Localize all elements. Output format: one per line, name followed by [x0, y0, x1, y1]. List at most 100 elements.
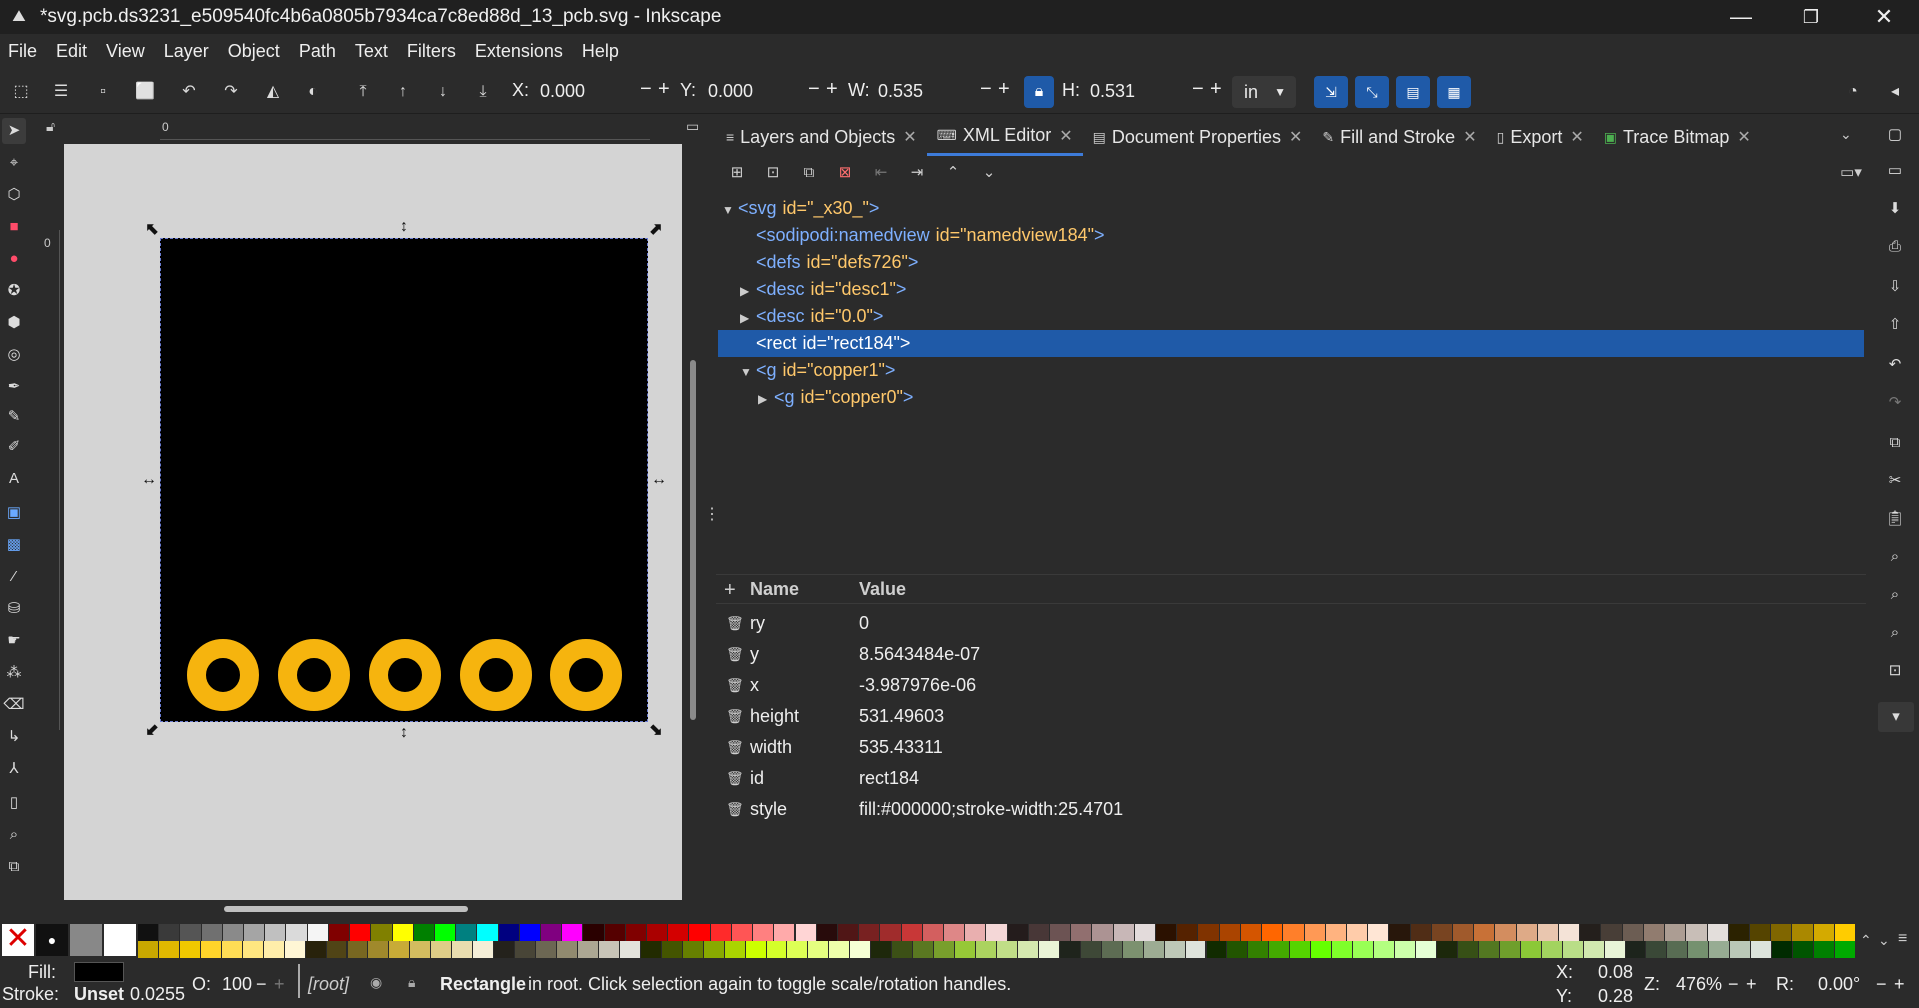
xml-node[interactable]: ▼ <svg id="_x30_"> [722, 195, 879, 222]
zoom-center-icon[interactable]: ⊡ [1884, 660, 1906, 682]
chevron-left-icon[interactable]: ◂ [1884, 81, 1906, 103]
menu-help[interactable]: Help [580, 41, 621, 62]
color-swatch[interactable] [1353, 941, 1374, 958]
color-swatch[interactable] [1792, 924, 1813, 941]
color-swatch[interactable] [1604, 941, 1625, 958]
color-swatch[interactable] [583, 924, 604, 941]
color-swatch[interactable] [222, 924, 244, 941]
copper-pad[interactable] [187, 639, 259, 711]
display-mode-icon[interactable]: ▭ [686, 118, 699, 135]
new-text-node-icon[interactable]: ⊡ [762, 162, 784, 184]
select-all-layers-icon[interactable]: ☰ [50, 81, 72, 103]
delete-attribute-icon[interactable]: 🗑︎ [726, 732, 744, 763]
copper-pad[interactable] [369, 639, 441, 711]
color-swatch[interactable] [1311, 941, 1332, 958]
color-swatch[interactable] [997, 941, 1017, 958]
horizontal-scrollbar[interactable] [224, 906, 468, 912]
color-swatch[interactable] [244, 924, 265, 941]
maximize-button[interactable]: ❐ [1776, 0, 1846, 34]
color-swatch[interactable] [1134, 924, 1156, 941]
horizontal-ruler[interactable]: 0 [160, 118, 650, 140]
color-swatch[interactable] [1177, 924, 1198, 941]
color-swatch[interactable] [1537, 924, 1559, 941]
color-swatch[interactable] [1368, 924, 1389, 941]
zoom-decrement-button[interactable]: − [1728, 974, 1739, 995]
color-swatch[interactable] [943, 924, 965, 941]
attribute-row[interactable]: 🗑︎ y 8.5643484e-07 [716, 639, 1866, 670]
color-swatch[interactable] [1834, 924, 1855, 941]
color-swatch[interactable] [668, 924, 689, 941]
color-swatch[interactable] [1071, 924, 1092, 941]
import-icon[interactable]: ⇩ [1884, 276, 1906, 298]
palette-menu-icon[interactable]: ≡ [1898, 930, 1907, 948]
zoom-input[interactable]: 476% [1676, 974, 1722, 995]
color-swatch[interactable] [604, 924, 625, 941]
color-swatch[interactable] [1156, 924, 1177, 941]
scale-stroke-button[interactable]: ⇲ [1314, 76, 1348, 108]
tab-layers-and-objects[interactable]: ≡ Layers and Objects ✕ [716, 118, 927, 156]
color-swatch[interactable] [540, 924, 562, 941]
height-input[interactable]: 0.531 [1084, 76, 1184, 106]
cut-icon[interactable]: ✂ [1884, 470, 1906, 492]
y-input[interactable]: 0.000 [702, 76, 802, 106]
xml-node[interactable]: ▼ <g id="copper1"> [740, 357, 895, 384]
color-swatch[interactable] [1520, 941, 1541, 958]
attribute-value[interactable]: fill:#000000;stroke-width:25.4701 [859, 794, 1123, 825]
node-tool-icon[interactable]: ⌖ [2, 150, 26, 176]
gray-swatch[interactable] [70, 924, 102, 956]
new-document-icon[interactable]: ▢ [1884, 124, 1906, 146]
scale-handle-nw[interactable]: ⬉ [143, 221, 161, 239]
pages-tool-icon[interactable]: ▯ [2, 790, 26, 816]
color-swatch[interactable] [1248, 941, 1269, 958]
lock-ratio-button[interactable]: 🔒︎ [1024, 76, 1054, 108]
color-swatch[interactable] [200, 941, 221, 958]
scale-handle-ne[interactable]: ⬈ [647, 221, 665, 239]
unset-paint-swatch[interactable]: ● [36, 924, 68, 956]
color-swatch[interactable] [577, 941, 598, 958]
delete-node-icon[interactable]: ⊠ [834, 162, 856, 184]
color-swatch[interactable] [1814, 941, 1835, 958]
select-all-icon[interactable]: ⬚ [10, 81, 32, 103]
palette-scroll-up-icon[interactable]: ⌃ [1860, 932, 1872, 949]
color-swatch[interactable] [598, 941, 619, 958]
palette-scroll-down-icon[interactable]: ⌄ [1878, 932, 1890, 949]
close-tab-icon[interactable]: ✕ [903, 127, 916, 147]
xml-node[interactable]: <defs id="defs726"> [740, 249, 918, 276]
expanded-arrow-icon[interactable]: ▼ [722, 197, 738, 224]
color-swatch[interactable] [473, 941, 494, 958]
color-swatch[interactable] [494, 941, 515, 958]
color-swatch[interactable] [1206, 941, 1227, 958]
color-swatch[interactable] [284, 941, 305, 958]
rectangle-tool-icon[interactable]: ■ [2, 214, 26, 240]
collapsed-arrow-icon[interactable]: ▶ [740, 305, 756, 332]
color-swatch[interactable] [536, 941, 556, 958]
color-swatch[interactable] [180, 924, 201, 941]
color-swatch[interactable] [1457, 941, 1478, 958]
color-swatch[interactable] [456, 924, 477, 941]
color-swatch[interactable] [1707, 924, 1728, 941]
scale-handle-sw[interactable]: ⬋ [143, 722, 161, 740]
color-swatch[interactable] [307, 924, 328, 941]
attribute-name[interactable]: style [750, 794, 787, 825]
lower-to-bottom-icon[interactable]: ⤓ [472, 81, 494, 103]
attribute-value[interactable]: -3.987976e-06 [859, 670, 976, 701]
w-increment-button[interactable]: + [998, 78, 1010, 101]
color-swatch[interactable] [1646, 941, 1667, 958]
x-increment-button[interactable]: + [658, 78, 670, 101]
color-swatch[interactable] [1688, 941, 1709, 958]
minimize-button[interactable]: — [1706, 0, 1776, 34]
duplicate-node-icon[interactable]: ⧉ [798, 162, 820, 184]
attribute-name[interactable]: id [750, 763, 764, 794]
3dbox-tool-icon[interactable]: ⬢ [2, 310, 26, 336]
color-swatch[interactable] [1751, 941, 1772, 958]
collapsed-arrow-icon[interactable]: ▶ [758, 386, 774, 413]
attribute-row[interactable]: 🗑︎ id rect184 [716, 763, 1866, 794]
gradient-tool-icon[interactable]: ▣ [2, 500, 26, 526]
color-swatch[interactable] [1198, 924, 1219, 941]
copper-pad[interactable] [460, 639, 532, 711]
color-swatch[interactable] [795, 924, 816, 941]
tab-trace-bitmap[interactable]: ▣ Trace Bitmap ✕ [1594, 118, 1761, 156]
lpe-tool-icon[interactable]: ⅄ [2, 756, 26, 782]
color-swatch[interactable] [1101, 941, 1122, 958]
width-input[interactable]: 0.535 [872, 76, 972, 106]
